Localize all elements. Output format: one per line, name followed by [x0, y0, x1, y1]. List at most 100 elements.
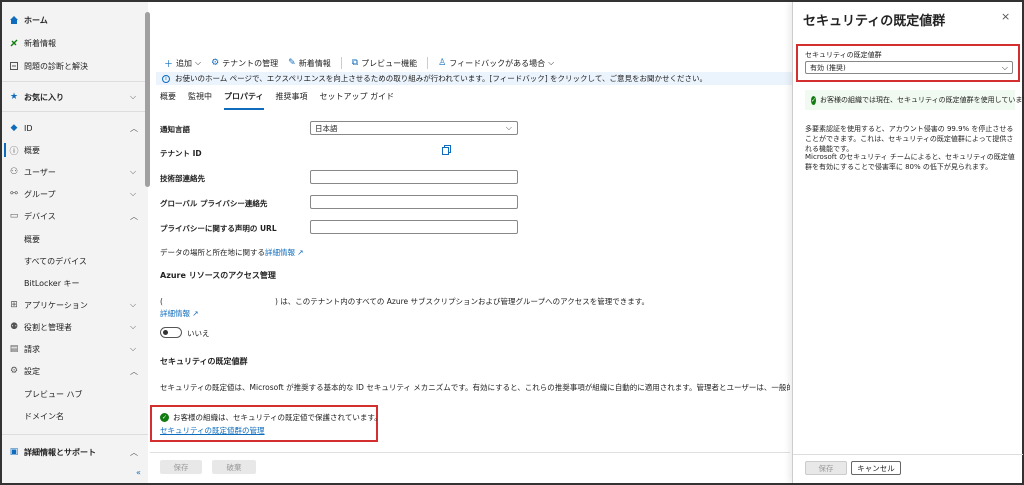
toggle-label: いいえ [187, 329, 210, 338]
azure-access-learn-more[interactable]: 詳細情報 ↗ [160, 308, 199, 319]
sidebar-item-settings[interactable]: ⚙ 設定 ︿ [2, 361, 148, 381]
global-privacy-input[interactable] [310, 195, 518, 209]
sidebar-item-label: ユーザー [24, 167, 56, 177]
whats-new-button[interactable]: ✎ 新着情報 [288, 58, 331, 69]
data-location-text: データの場所と所在地に関する詳細情報 ↗ [160, 248, 304, 257]
sidebar-item-billing[interactable]: ▤ 請求 ⌵ [2, 339, 148, 359]
security-defaults-select[interactable]: 有効 (推奨) ⌵ [805, 61, 1013, 74]
wrench-icon [9, 61, 19, 71]
panel-save-button[interactable]: 保存 [805, 461, 847, 475]
manage-tenant-button[interactable]: ⚙ テナントの管理 [211, 58, 278, 69]
sidebar: ホーム 新着情報 問題の診断と解決 ★ お気に入り ⌵ ◆ ID ︿ ⓘ 概要 … [2, 2, 150, 483]
sidebar-item-groups[interactable]: ⚯ グループ ⌵ [2, 184, 148, 204]
save-button[interactable]: 保存 [160, 460, 202, 474]
sidebar-item-label: 概要 [24, 234, 40, 244]
sidebar-item-label: 問題の診断と解決 [24, 61, 88, 71]
home-icon [9, 15, 19, 25]
add-button[interactable]: ＋追加 ⌵ [164, 57, 201, 70]
toolbar: ＋追加 ⌵ ⚙ テナントの管理 ✎ 新着情報 ⧉ プレビュー機能 ♙ フィードバックがある… [150, 54, 790, 72]
copy-icon[interactable] [442, 145, 451, 155]
person-icon: ⚇ [9, 167, 19, 177]
toggle-knob [163, 330, 168, 335]
sidebar-item-label: 役割と管理者 [24, 322, 72, 332]
sidebar-item-users[interactable]: ⚇ ユーザー ⌵ [2, 162, 148, 182]
sidebar-item-devices-overview[interactable]: 概要 [2, 229, 148, 249]
sidebar-divider [2, 81, 148, 82]
chevron-down-icon: ⌵ [130, 92, 137, 101]
sidebar-item-label: 詳細情報とサポート [24, 447, 96, 457]
manage-security-defaults-link[interactable]: セキュリティの既定値群の管理 [160, 425, 265, 436]
preview-icon: ⧉ [351, 58, 359, 68]
panel-title: セキュリティの既定値群 [803, 14, 946, 29]
close-icon[interactable]: × [1001, 10, 1010, 23]
feedback-button[interactable]: ♙ フィードバックがある場合 ⌵ [438, 58, 554, 69]
tab-properties[interactable]: プロパティ [224, 91, 264, 110]
external-link-icon: ↗ [192, 309, 199, 318]
sidebar-item-bitlocker[interactable]: BitLocker キー [2, 273, 148, 293]
sidebar-divider [2, 434, 148, 435]
sidebar-item-preview-hub[interactable]: プレビュー ハブ [2, 384, 148, 404]
main-content: ＋追加 ⌵ ⚙ テナントの管理 ✎ 新着情報 ⧉ プレビュー機能 ♙ フィードバックがある… [150, 2, 792, 483]
sidebar-item-label: 設定 [24, 366, 40, 376]
technical-contact-label: 技術部連絡先 [160, 174, 205, 183]
highlight-box [150, 405, 378, 442]
tab-overview[interactable]: 概要 [160, 91, 176, 110]
panel-cancel-button[interactable]: キャンセル [851, 461, 901, 475]
sidebar-item-support[interactable]: ▣ 詳細情報とサポート ︿ [2, 442, 148, 462]
plus-icon: ＋ [164, 59, 174, 70]
azure-access-text: () は、このテナント内のすべての Azure サブスクリプションおよび管理グル… [160, 297, 649, 306]
technical-contact-input[interactable] [310, 170, 518, 184]
security-defaults-title: セキュリティの既定値群 [160, 357, 248, 366]
sidebar-item-roles[interactable]: ⚉ 役割と管理者 ⌵ [2, 317, 148, 337]
collapse-sidebar-button[interactable]: « [136, 468, 141, 477]
chevron-down-icon: ⌵ [130, 344, 137, 353]
discard-button[interactable]: 破棄 [212, 460, 256, 474]
tab-recommendations[interactable]: 推奨事項 [276, 91, 308, 110]
sidebar-item-favorites[interactable]: ★ お気に入り ⌵ [2, 87, 148, 107]
sidebar-item-label: ホーム [24, 15, 48, 25]
sidebar-item-label: 概要 [24, 145, 40, 155]
star-icon: ★ [9, 92, 19, 102]
group-icon: ⚯ [10, 189, 18, 199]
sidebar-item-overview[interactable]: ⓘ 概要 [2, 140, 148, 160]
data-location-link[interactable]: 詳細情報 [265, 248, 295, 257]
preview-features-button[interactable]: ⧉ プレビュー機能 [352, 58, 417, 69]
chevron-down-icon: ⌵ [130, 322, 137, 331]
chevron-down-icon: ⌵ [130, 167, 137, 176]
privacy-url-label: プライバシーに関する声明の URL [160, 224, 277, 233]
sidebar-item-label: 新着情報 [24, 38, 56, 48]
sidebar-item-label: ID [24, 123, 33, 133]
global-privacy-label: グローバル プライバシー連絡先 [160, 199, 268, 208]
megaphone-icon [9, 38, 19, 48]
chevron-down-icon: ⌵ [1001, 62, 1008, 72]
notification-language-select[interactable]: 日本語 ⌵ [310, 121, 518, 135]
roles-icon: ⚉ [9, 322, 19, 332]
azure-access-toggle[interactable] [160, 327, 182, 338]
checkmark-icon: ✓ [811, 95, 817, 105]
security-status: ✓ お客様の組織は、セキュリティの既定値で保護されています。 [160, 413, 382, 422]
sidebar-item-home[interactable]: ホーム [2, 10, 148, 30]
info-banner: i お使いのホーム ページで、エクスペリエンスを向上させるための取り組みが行われ… [156, 72, 792, 85]
feedback-icon: ♙ [438, 58, 447, 68]
notification-language-label: 通知言語 [160, 125, 190, 134]
sidebar-item-devices[interactable]: ▭ デバイス ︿ [2, 206, 148, 226]
sidebar-item-domain-names[interactable]: ドメイン名 [2, 406, 148, 426]
sidebar-divider [2, 111, 148, 112]
sidebar-item-label: プレビュー ハブ [24, 389, 83, 399]
footer-divider [150, 452, 790, 453]
sidebar-item-label: アプリケーション [24, 300, 88, 310]
privacy-url-input[interactable] [310, 220, 518, 234]
sidebar-item-all-devices[interactable]: すべてのデバイス [2, 251, 148, 271]
chevron-down-icon: ⌵ [505, 123, 512, 132]
sidebar-item-id[interactable]: ◆ ID ︿ [2, 118, 148, 138]
sidebar-item-label: デバイス [24, 211, 56, 221]
chevron-down-icon: ⌵ [195, 58, 202, 67]
tab-monitoring[interactable]: 監視中 [188, 91, 212, 110]
sidebar-item-whats-new[interactable]: 新着情報 [2, 33, 148, 53]
azure-access-title: Azure リソースのアクセス管理 [160, 271, 276, 280]
apps-icon: ⊞ [10, 300, 18, 310]
sidebar-item-diagnose[interactable]: 問題の診断と解決 [2, 56, 148, 76]
tab-setup-guide[interactable]: セットアップ ガイド [320, 91, 395, 110]
info-icon: i [162, 74, 170, 83]
sidebar-item-applications[interactable]: ⊞ アプリケーション ⌵ [2, 295, 148, 315]
